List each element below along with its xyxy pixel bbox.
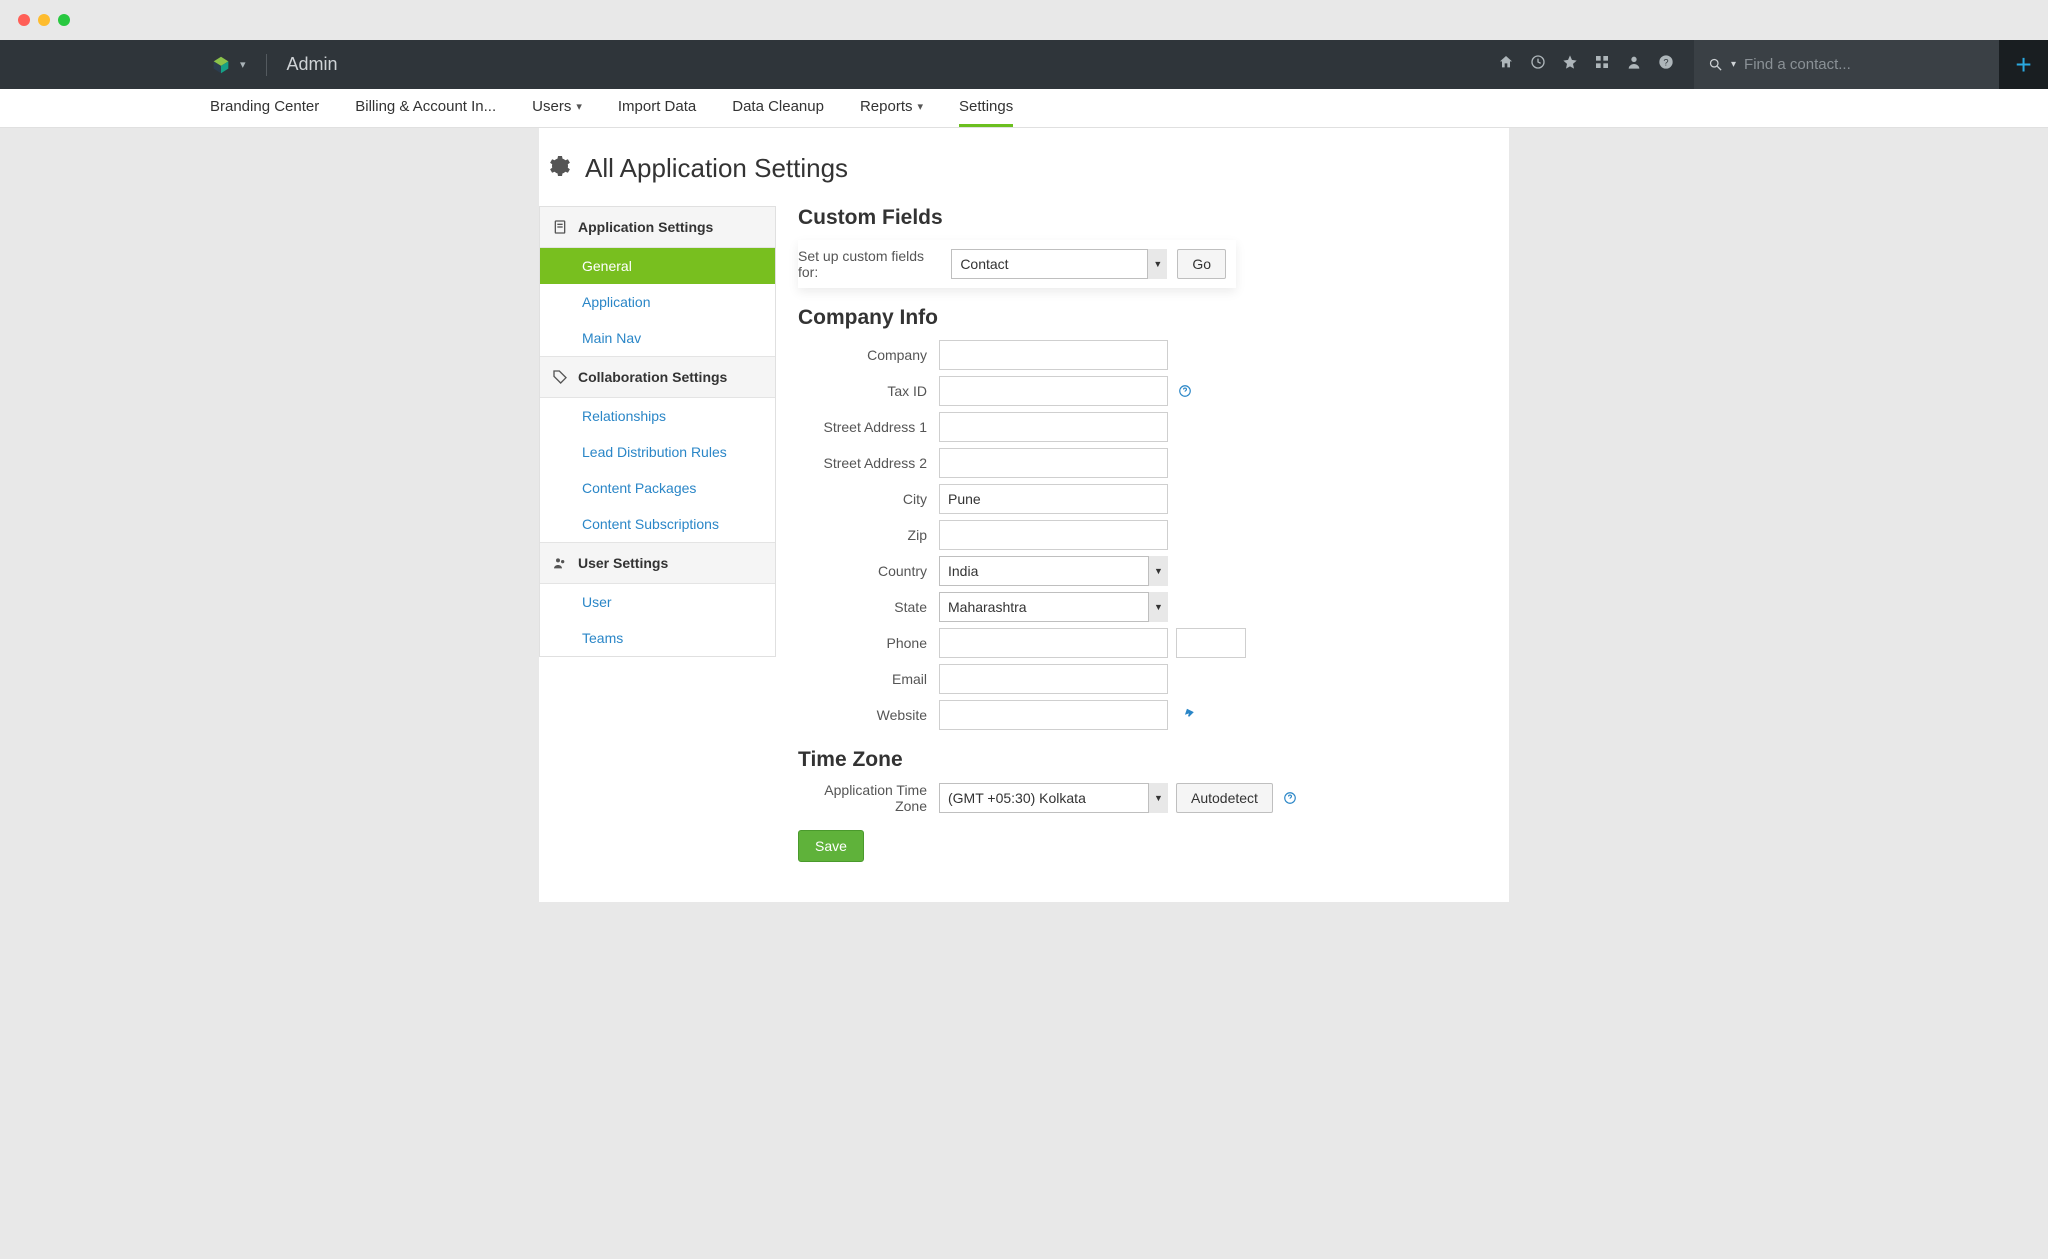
subnav-import-data[interactable]: Import Data — [618, 89, 696, 127]
timezone-label: Application Time Zone — [798, 782, 939, 814]
app-logo-icon[interactable] — [210, 54, 232, 76]
sidebar-item-content-packages[interactable]: Content Packages — [540, 470, 775, 506]
custom-fields-row: Set up custom fields for: Contact ▼ Go — [798, 240, 1236, 288]
clock-icon[interactable] — [1530, 54, 1546, 75]
users-icon — [552, 555, 568, 571]
chevron-down-icon: ▾ — [918, 100, 924, 113]
sidebar-item-teams[interactable]: Teams — [540, 620, 775, 656]
chevron-down-icon: ▾ — [576, 100, 582, 113]
tax-id-input[interactable] — [939, 376, 1168, 406]
save-button[interactable]: Save — [798, 830, 864, 862]
subnav-billing[interactable]: Billing & Account In... — [355, 89, 496, 127]
admin-label: Admin — [287, 54, 338, 75]
search-icon — [1708, 57, 1723, 72]
sidebar-item-content-subscriptions[interactable]: Content Subscriptions — [540, 506, 775, 542]
help-icon[interactable] — [1283, 791, 1297, 805]
subnav-branding-center[interactable]: Branding Center — [210, 89, 319, 127]
subnav-data-cleanup[interactable]: Data Cleanup — [732, 89, 824, 127]
sidebar-header-user-settings: User Settings — [540, 543, 775, 584]
addr2-input[interactable] — [939, 448, 1168, 478]
email-input[interactable] — [939, 664, 1168, 694]
sidebar-item-lead-distribution[interactable]: Lead Distribution Rules — [540, 434, 775, 470]
state-label: State — [798, 599, 939, 615]
phone-input[interactable] — [939, 628, 1168, 658]
window-chrome — [0, 0, 2048, 40]
custom-fields-label: Set up custom fields for: — [798, 248, 941, 280]
timezone-select[interactable]: (GMT +05:30) Kolkata — [939, 783, 1168, 813]
tax-id-label: Tax ID — [798, 383, 939, 399]
timezone-heading: Time Zone — [798, 748, 1481, 772]
star-icon[interactable] — [1562, 54, 1578, 75]
sidebar-item-user[interactable]: User — [540, 584, 775, 620]
subnav: Branding Center Billing & Account In... … — [0, 89, 2048, 128]
city-label: City — [798, 491, 939, 507]
sidebar-item-relationships[interactable]: Relationships — [540, 398, 775, 434]
email-label: Email — [798, 671, 939, 687]
addr1-input[interactable] — [939, 412, 1168, 442]
gear-icon — [547, 154, 571, 183]
go-button[interactable]: Go — [1177, 249, 1226, 279]
custom-fields-heading: Custom Fields — [798, 206, 1481, 230]
search-area[interactable]: ▾ — [1694, 40, 1999, 89]
search-caret-icon: ▾ — [1731, 59, 1736, 70]
company-label: Company — [798, 347, 939, 363]
divider — [266, 54, 267, 76]
window-zoom-icon[interactable] — [58, 14, 70, 26]
autodetect-button[interactable]: Autodetect — [1176, 783, 1273, 813]
page-title: All Application Settings — [585, 153, 848, 184]
company-input[interactable] — [939, 340, 1168, 370]
home-icon[interactable] — [1498, 54, 1514, 75]
external-link-icon[interactable] — [1178, 707, 1194, 723]
country-select[interactable]: India — [939, 556, 1168, 586]
subnav-settings[interactable]: Settings — [959, 89, 1013, 127]
sidebar-item-main-nav[interactable]: Main Nav — [540, 320, 775, 356]
app-menu-chevron-icon[interactable]: ▾ — [240, 58, 246, 71]
apps-icon[interactable] — [1594, 54, 1610, 75]
search-input[interactable] — [1744, 56, 1985, 73]
settings-sidebar: Application Settings General Application… — [539, 206, 776, 657]
window-close-icon[interactable] — [18, 14, 30, 26]
user-icon[interactable] — [1626, 54, 1642, 75]
phone-label: Phone — [798, 635, 939, 651]
website-label: Website — [798, 707, 939, 723]
subnav-reports[interactable]: Reports▾ — [860, 89, 923, 127]
tag-icon — [552, 369, 568, 385]
sidebar-item-application[interactable]: Application — [540, 284, 775, 320]
add-button[interactable]: + — [1999, 40, 2048, 89]
window-minimize-icon[interactable] — [38, 14, 50, 26]
custom-fields-select[interactable]: Contact — [951, 249, 1167, 279]
sidebar-header-collaboration-settings: Collaboration Settings — [540, 357, 775, 398]
svg-text:?: ? — [1663, 57, 1668, 67]
sidebar-item-general[interactable]: General — [540, 248, 775, 284]
phone-ext-input[interactable] — [1176, 628, 1246, 658]
help-icon[interactable] — [1178, 384, 1192, 398]
company-info-heading: Company Info — [798, 306, 1481, 330]
city-input[interactable] — [939, 484, 1168, 514]
website-input[interactable] — [939, 700, 1168, 730]
subnav-users[interactable]: Users▾ — [532, 89, 582, 127]
state-select[interactable]: Maharashtra — [939, 592, 1168, 622]
zip-label: Zip — [798, 527, 939, 543]
sidebar-header-application-settings: Application Settings — [540, 207, 775, 248]
topbar: ▾ Admin ? ▾ + — [0, 40, 2048, 89]
document-icon — [552, 219, 568, 235]
country-label: Country — [798, 563, 939, 579]
zip-input[interactable] — [939, 520, 1168, 550]
addr1-label: Street Address 1 — [798, 419, 939, 435]
addr2-label: Street Address 2 — [798, 455, 939, 471]
help-icon[interactable]: ? — [1658, 54, 1674, 75]
